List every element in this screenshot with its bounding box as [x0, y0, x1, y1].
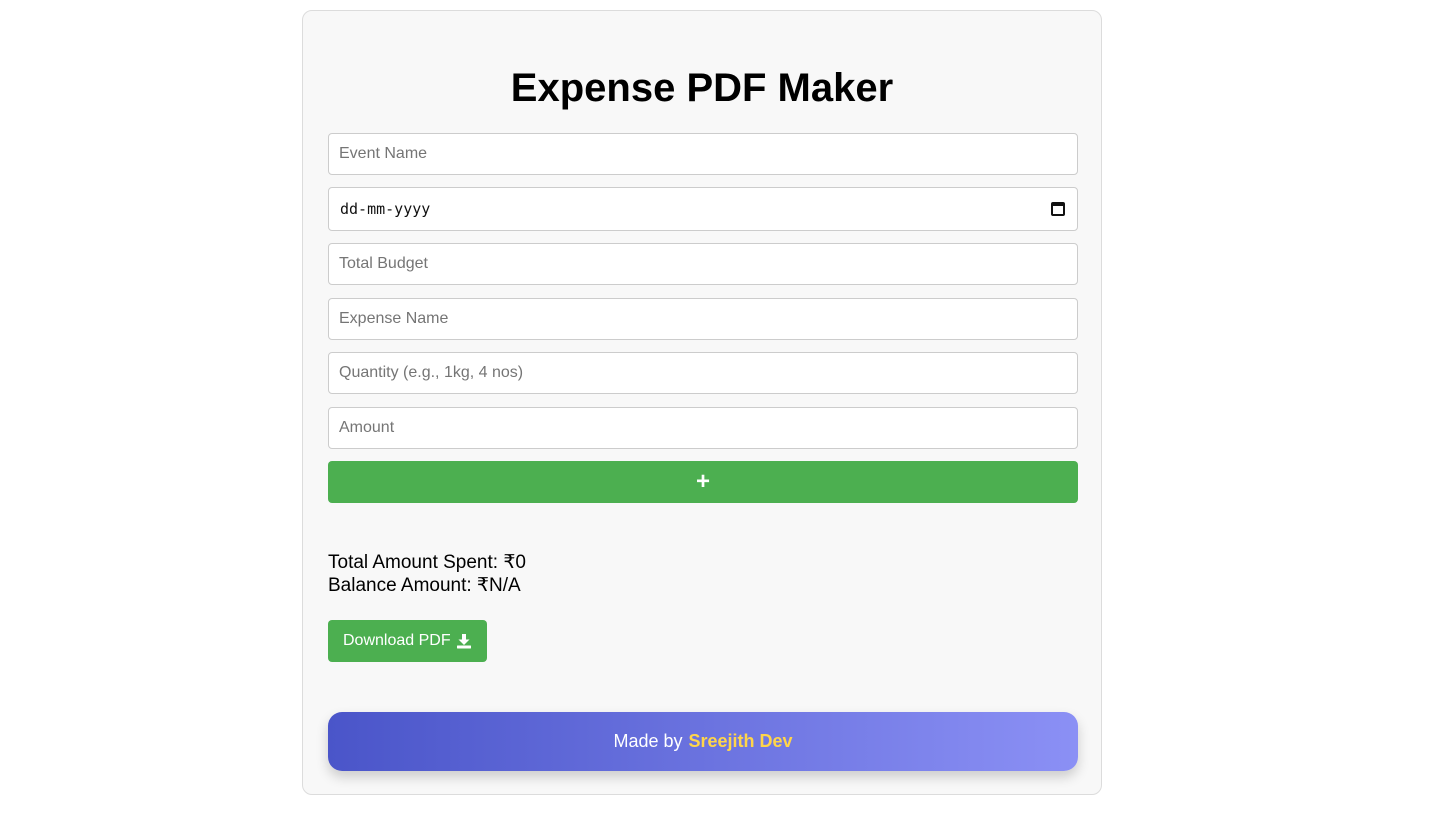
- made-by-text: Made by: [613, 731, 683, 751]
- amount-input[interactable]: [328, 407, 1078, 449]
- date-input[interactable]: dd-mm-yyyy: [328, 187, 1078, 231]
- download-icon: [456, 634, 471, 649]
- summary-section: Total Amount Spent: ₹0 Balance Amount: ₹…: [328, 551, 526, 597]
- add-button-label: +: [695, 468, 710, 495]
- date-placeholder: dd-mm-yyyy: [340, 200, 431, 218]
- add-expense-button[interactable]: +: [328, 461, 1078, 503]
- quantity-input[interactable]: [328, 352, 1078, 394]
- event-name-input[interactable]: [328, 133, 1078, 175]
- expense-name-input[interactable]: [328, 298, 1078, 340]
- footer-banner: Made by Sreejith Dev: [328, 712, 1078, 771]
- download-pdf-button[interactable]: Download PDF: [328, 620, 487, 662]
- expense-card: Expense PDF Maker dd-mm-yyyy + Total Amo…: [302, 10, 1102, 795]
- calendar-icon[interactable]: [1051, 202, 1065, 216]
- total-spent-text: Total Amount Spent: ₹0: [328, 552, 526, 573]
- author-name: Sreejith Dev: [688, 731, 793, 751]
- balance-text: Balance Amount: ₹N/A: [328, 575, 521, 596]
- download-button-label: Download PDF: [343, 632, 451, 649]
- page-title: Expense PDF Maker: [510, 66, 894, 110]
- total-budget-input[interactable]: [328, 243, 1078, 285]
